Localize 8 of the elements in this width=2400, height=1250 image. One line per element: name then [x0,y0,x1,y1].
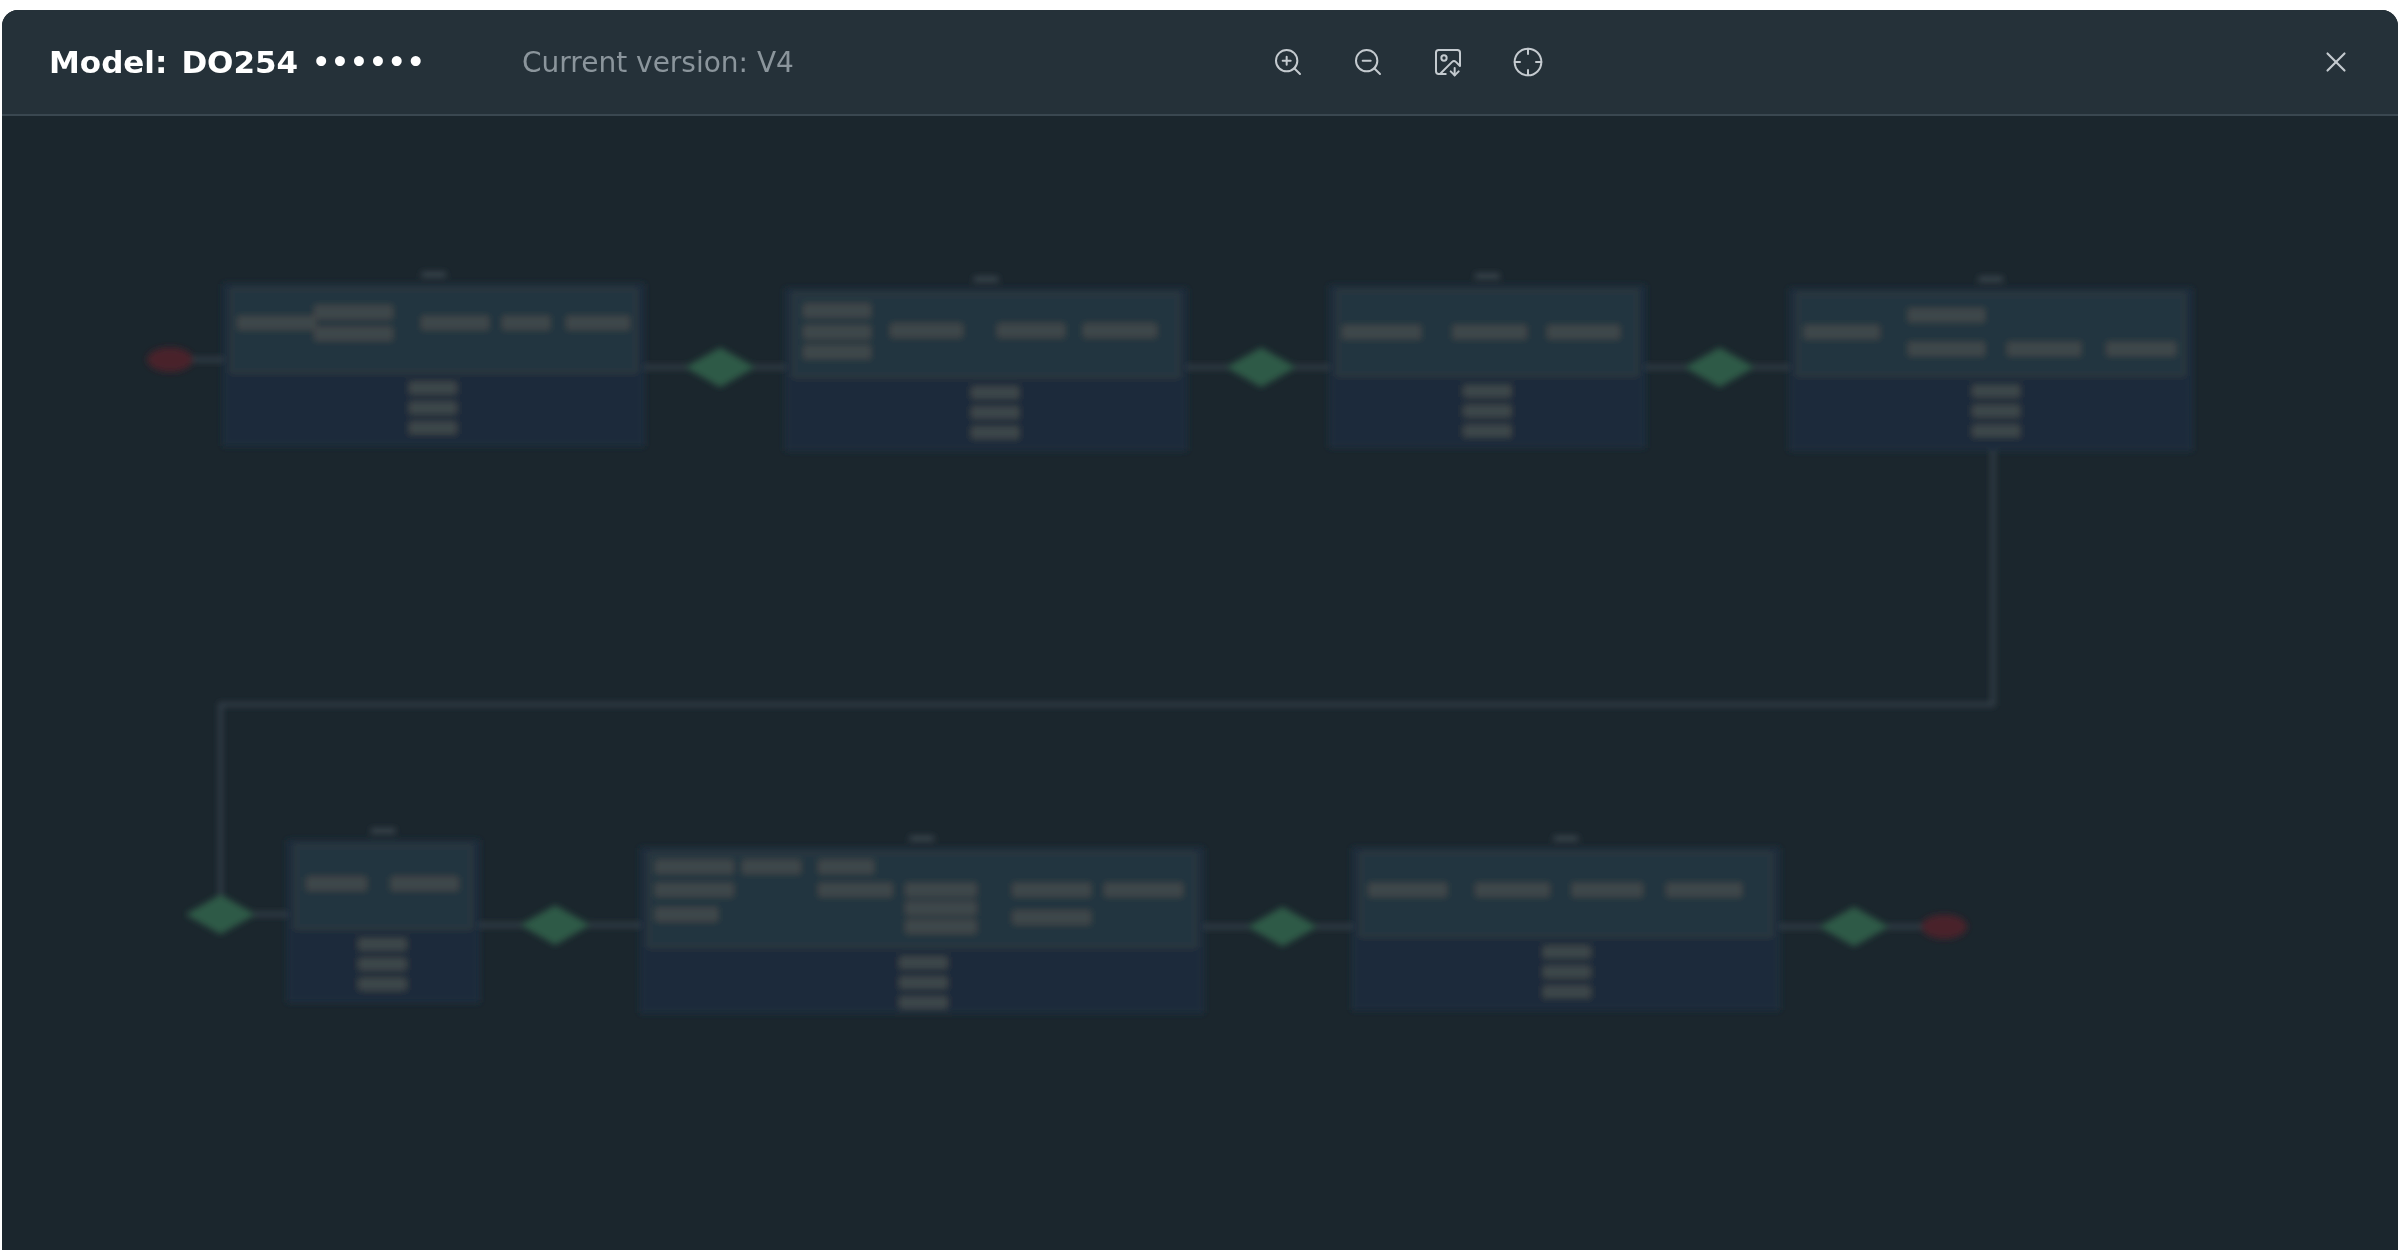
crosshair-icon [1512,46,1544,78]
masked-text: •••••• [312,45,426,79]
model-label: Model: [49,44,168,80]
image-download-icon [1432,46,1464,78]
zoom-out-icon [1352,46,1384,78]
model-name: DO254 [181,44,299,80]
zoom-in-icon [1272,46,1304,78]
version-text: Current version: V4 [522,45,795,79]
